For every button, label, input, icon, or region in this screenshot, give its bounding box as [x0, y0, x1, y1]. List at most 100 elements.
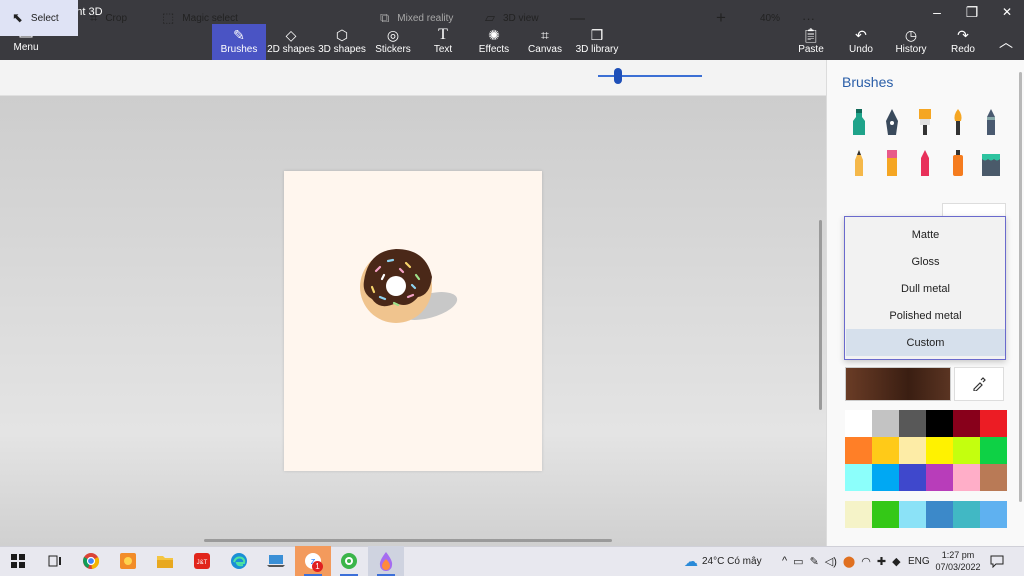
color-swatch[interactable] — [980, 464, 1007, 491]
select-button[interactable]: ⬉ Select — [0, 0, 78, 36]
color-swatch[interactable] — [872, 410, 899, 437]
color-swatch[interactable] — [872, 437, 899, 464]
color-swatch[interactable] — [953, 464, 980, 491]
color-swatch[interactable] — [980, 501, 1007, 528]
tab-2d-shapes[interactable]: ◇ 2D shapes — [264, 24, 318, 60]
eyedropper-button[interactable] — [954, 367, 1004, 401]
material-dropdown: Matte Gloss Dull metal Polished metal Cu… — [844, 216, 1006, 360]
panel-scrollbar[interactable] — [1019, 72, 1022, 502]
paste-label: Paste — [798, 44, 824, 55]
thickness-field[interactable] — [942, 203, 1006, 217]
restore-button[interactable]: ❐ — [955, 0, 989, 24]
color-swatch[interactable] — [980, 437, 1007, 464]
color-swatch[interactable] — [845, 501, 872, 528]
horizontal-scrollbar[interactable] — [204, 539, 612, 542]
collapse-ribbon-button[interactable]: ︿ — [990, 24, 1022, 60]
vertical-scrollbar[interactable] — [819, 220, 822, 410]
color-swatch[interactable] — [899, 501, 926, 528]
current-color-swatch[interactable] — [845, 367, 951, 401]
color-swatch[interactable] — [926, 464, 953, 491]
marker-icon[interactable] — [846, 105, 872, 139]
clock-date: 07/03/2022 — [935, 562, 981, 572]
color-swatch[interactable] — [926, 437, 953, 464]
clock[interactable]: 1:27 pm 07/03/2022 — [935, 546, 981, 576]
toolbar — [0, 60, 826, 96]
pencil-icon[interactable] — [846, 146, 872, 180]
material-option-custom[interactable]: Custom — [846, 329, 1005, 356]
fill-icon[interactable] — [978, 146, 1004, 180]
material-option-polished-metal[interactable]: Polished metal — [846, 302, 1005, 329]
color-swatch[interactable] — [872, 501, 899, 528]
color-swatch[interactable] — [845, 437, 872, 464]
color-swatch[interactable] — [953, 437, 980, 464]
3d-view-label: 3D view — [503, 12, 539, 24]
tab-stickers-label: Stickers — [375, 44, 411, 55]
color-swatch[interactable] — [899, 437, 926, 464]
photos-icon[interactable] — [110, 546, 146, 576]
drawing-canvas[interactable] — [284, 171, 542, 471]
speaker-icon: ◁) — [824, 555, 837, 568]
material-option-gloss[interactable]: Gloss — [846, 248, 1005, 275]
panel-title: Brushes — [842, 74, 894, 90]
undo-button[interactable]: ↶ Undo — [834, 24, 888, 60]
zalo-icon[interactable]: Z 1 — [295, 546, 331, 576]
close-button[interactable]: ✕ — [990, 0, 1024, 24]
shield-icon: ◆ — [892, 555, 901, 568]
magic-select-icon: ⬚ — [162, 10, 175, 25]
donut-sticker[interactable] — [284, 171, 542, 471]
chevron-up-icon: ︿ — [999, 34, 1013, 50]
mixed-reality-button[interactable]: ⧉ Mixed reality — [380, 0, 453, 36]
paint-3d-icon[interactable] — [368, 546, 404, 576]
oil-brush-icon[interactable] — [912, 105, 938, 139]
3d-view-button[interactable]: ▱ 3D view — [485, 0, 539, 36]
language-indicator[interactable]: ENG — [908, 546, 930, 576]
task-view-icon[interactable] — [37, 546, 73, 576]
color-swatch[interactable] — [845, 410, 872, 437]
start-icon[interactable] — [0, 546, 36, 576]
pixel-pen-icon[interactable] — [978, 105, 1004, 139]
eraser-icon[interactable] — [879, 146, 905, 180]
crayon-icon[interactable] — [912, 146, 938, 180]
material-option-dull-metal[interactable]: Dull metal — [846, 275, 1005, 302]
color-swatch[interactable] — [926, 501, 953, 528]
redo-button[interactable]: ↷ Redo — [936, 24, 990, 60]
spray-can-icon[interactable] — [945, 146, 971, 180]
notification-center-button[interactable] — [990, 546, 1004, 576]
watercolor-icon[interactable] — [945, 105, 971, 139]
jt-app-icon[interactable]: J&T — [184, 546, 220, 576]
color-swatch[interactable] — [980, 410, 1007, 437]
history-button[interactable]: ◷ History — [884, 24, 938, 60]
laptop-app-icon[interactable] — [258, 546, 294, 576]
color-swatch[interactable] — [845, 464, 872, 491]
redo-label: Redo — [951, 44, 975, 55]
crop-button[interactable]: ⌗ Crop — [90, 0, 127, 36]
color-swatch[interactable] — [899, 464, 926, 491]
tab-brushes-label: Brushes — [220, 44, 258, 55]
edge-icon[interactable] — [221, 546, 257, 576]
undo-icon: ↶ — [855, 27, 867, 43]
wifi-icon: ◠ — [861, 555, 871, 568]
calligraphy-pen-icon[interactable] — [879, 105, 905, 139]
more-options-button[interactable]: ··· — [802, 0, 815, 36]
zoom-out-button[interactable]: — — [570, 0, 585, 36]
color-swatch[interactable] — [953, 501, 980, 528]
color-swatch[interactable] — [899, 410, 926, 437]
minimize-button[interactable]: – — [920, 0, 954, 24]
undo-label: Undo — [849, 44, 873, 55]
weather-widget[interactable]: ☁ 24°C Có mây — [684, 546, 762, 576]
tab-3d-shapes[interactable]: ⬡ 3D shapes — [316, 24, 368, 60]
green-app-icon[interactable] — [331, 546, 367, 576]
file-explorer-icon[interactable] — [147, 546, 183, 576]
weather-text: 24°C Có mây — [702, 555, 762, 567]
color-swatch[interactable] — [926, 410, 953, 437]
crop-label: Crop — [105, 12, 128, 24]
chrome-icon[interactable] — [73, 546, 109, 576]
zoom-slider-thumb[interactable] — [614, 68, 622, 84]
material-option-matte[interactable]: Matte — [846, 221, 1005, 248]
system-tray[interactable]: ^ ▭ ✎ ◁) ⬤ ◠ ✚ ◆ — [782, 546, 901, 576]
magic-select-button[interactable]: ⬚ Magic select — [162, 0, 238, 36]
color-swatch[interactable] — [872, 464, 899, 491]
color-swatch[interactable] — [953, 410, 980, 437]
zoom-in-button[interactable]: + — [716, 0, 726, 36]
shapes-2d-icon: ◇ — [285, 27, 297, 43]
